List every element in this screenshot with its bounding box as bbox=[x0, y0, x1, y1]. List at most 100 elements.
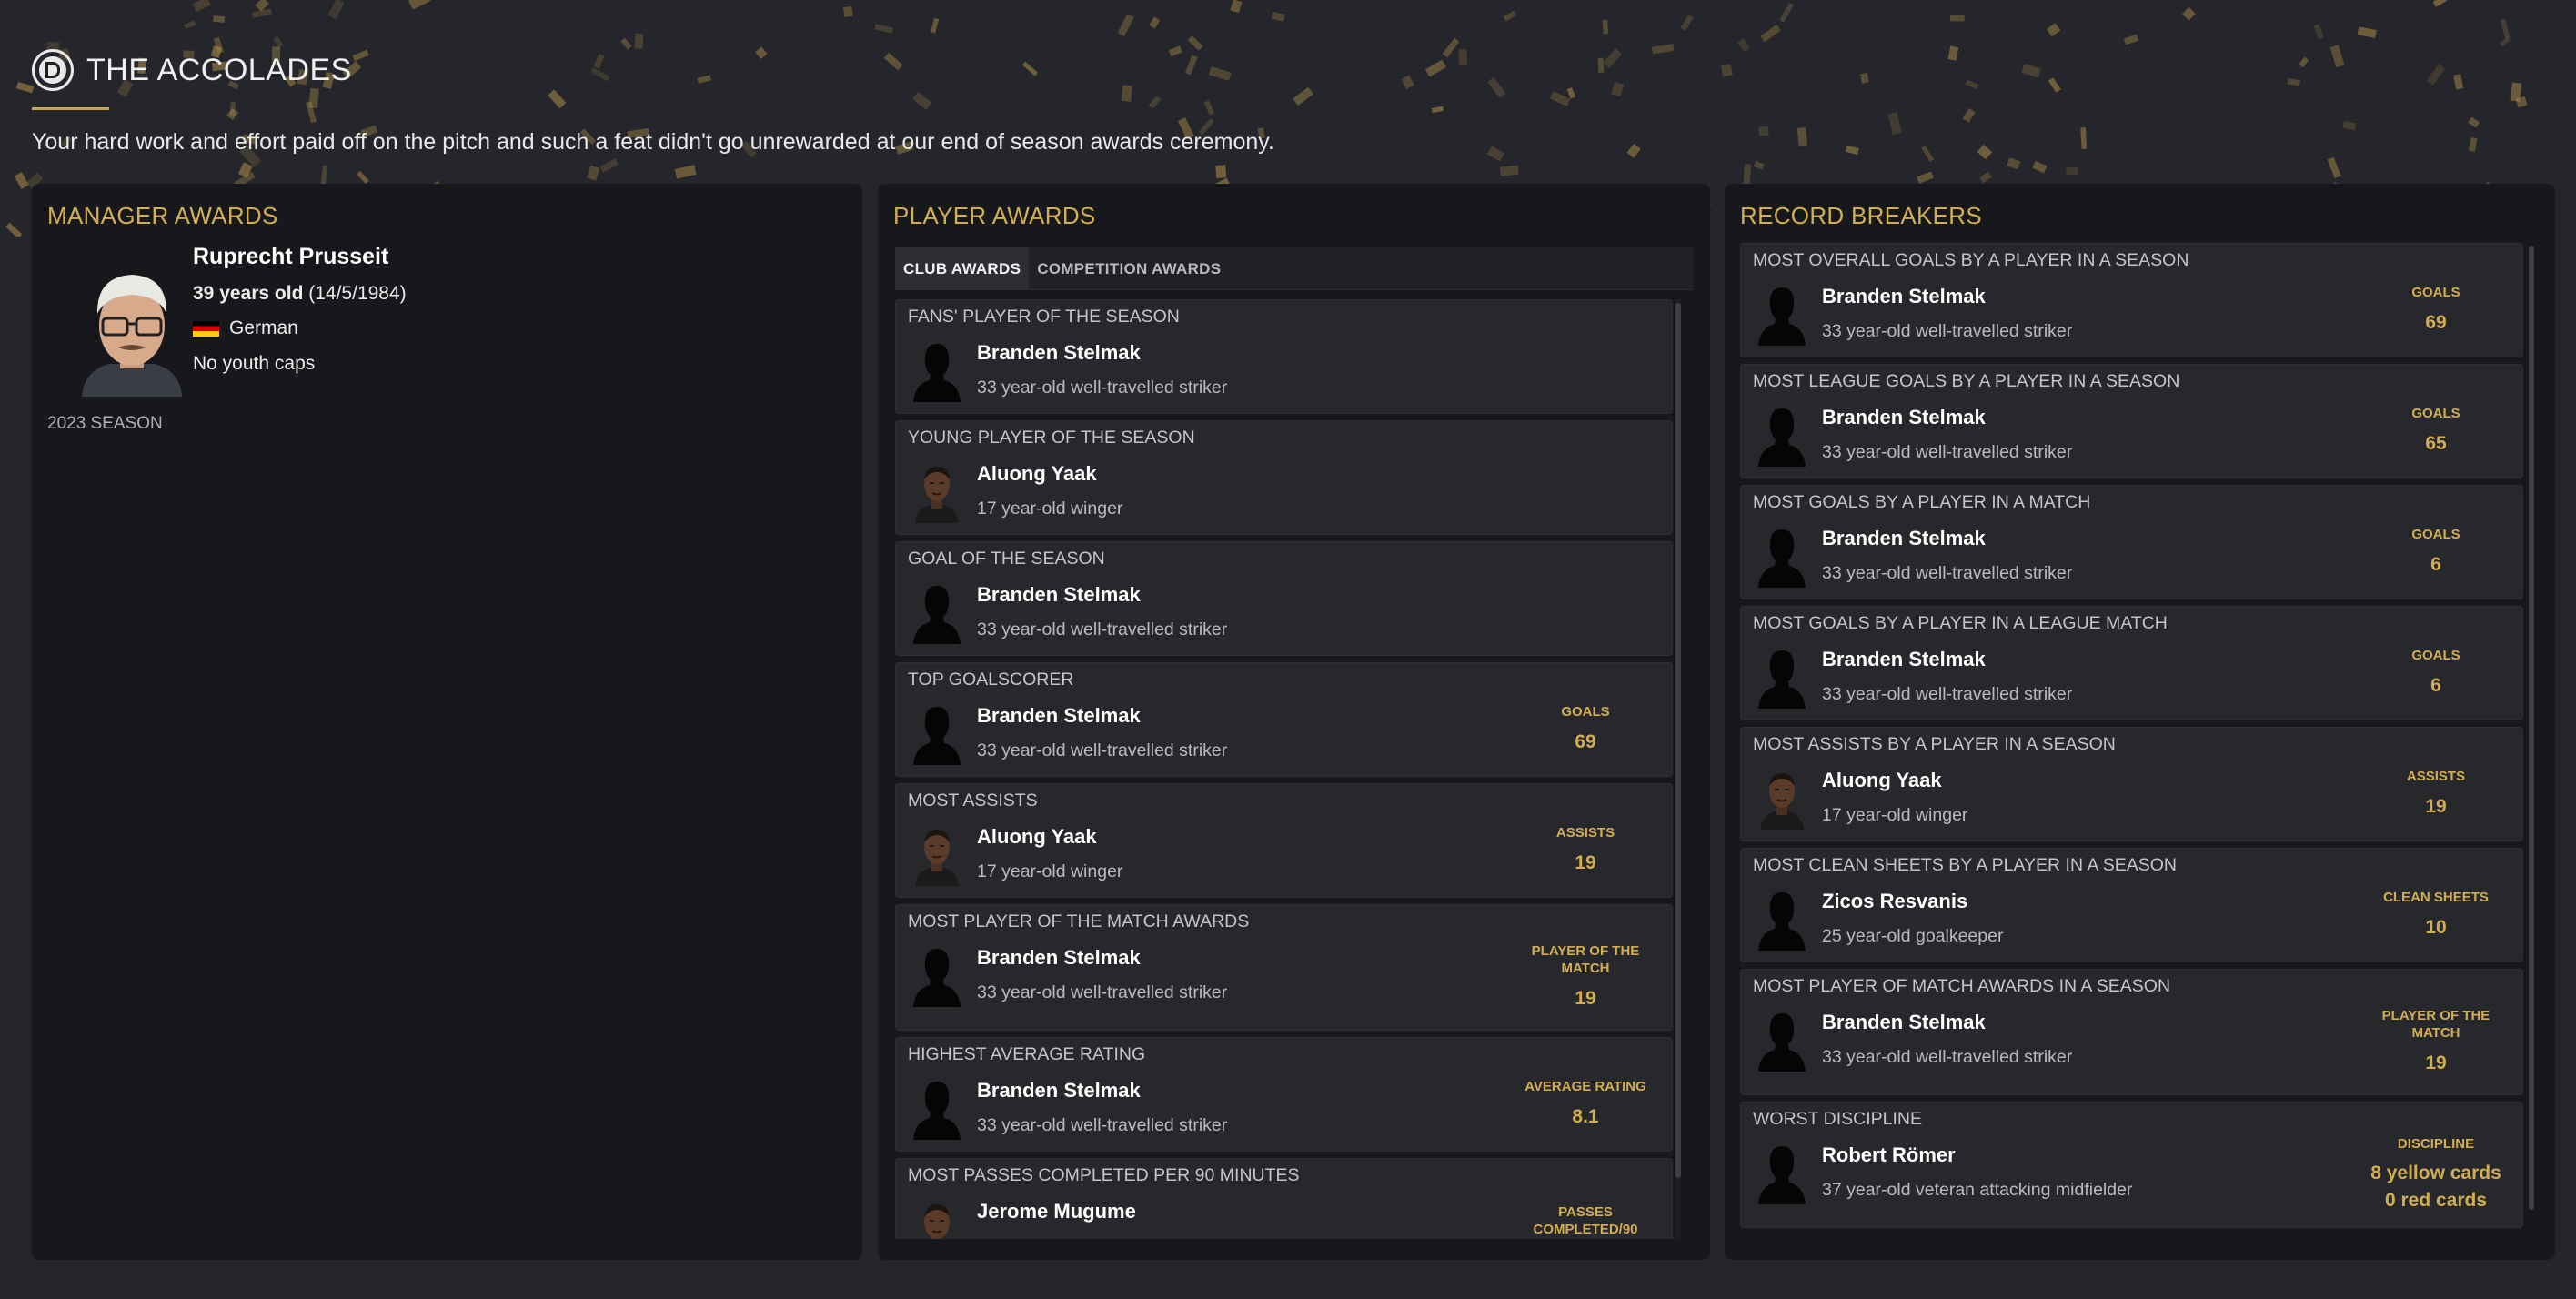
scrollbar-thumb[interactable] bbox=[1675, 303, 1681, 1178]
award-title: HIGHEST AVERAGE RATING bbox=[908, 1044, 1146, 1064]
player-name[interactable]: Branden Stelmak bbox=[1822, 1011, 1986, 1034]
player-description: 33 year-old well-travelled striker bbox=[1822, 563, 2073, 583]
player-name[interactable]: Branden Stelmak bbox=[1822, 527, 1986, 550]
award-stat: GOALS 65 bbox=[2368, 365, 2504, 478]
panel-title: RECORD BREAKERS bbox=[1740, 202, 1982, 229]
award-title: GOAL OF THE SEASON bbox=[908, 549, 1105, 569]
stat-label: PLAYER OF THE MATCH bbox=[1531, 943, 1640, 976]
scrollbar[interactable] bbox=[1675, 299, 1681, 1239]
manager-age: 39 years old (14/5/1984) bbox=[193, 283, 407, 305]
player-avatar bbox=[1756, 403, 1807, 467]
award-card[interactable]: YOUNG PLAYER OF THE SEASON Aluong Yaak 17 … bbox=[895, 420, 1673, 535]
player-name[interactable]: Branden Stelmak bbox=[977, 583, 1141, 607]
stat-label: GOALS bbox=[1561, 703, 1610, 720]
award-card[interactable]: WORST DISCIPLINE Robert Römer 37 year-old … bbox=[1740, 1102, 2523, 1228]
award-title: MOST GOALS BY A PLAYER IN A LEAGUE MATCH bbox=[1753, 613, 2168, 633]
tab-club-awards[interactable]: CLUB AWARDS bbox=[895, 247, 1030, 290]
award-card[interactable]: TOP GOALSCORER Branden Stelmak 33 year-old… bbox=[895, 662, 1673, 777]
stat-label: PLAYER OF THE MATCH bbox=[2381, 1008, 2490, 1041]
manager-photo bbox=[82, 275, 182, 397]
player-avatar bbox=[911, 580, 962, 644]
award-stat: GOALS 6 bbox=[2368, 607, 2504, 720]
award-title: MOST LEAGUE GOALS BY A PLAYER IN A SEASO… bbox=[1753, 371, 2180, 391]
stat-label: GOALS bbox=[2411, 647, 2460, 663]
award-card[interactable]: MOST OVERALL GOALS BY A PLAYER IN A SEAS… bbox=[1740, 243, 2523, 357]
player-name[interactable]: Robert Römer bbox=[1822, 1143, 1956, 1167]
award-title: MOST PLAYER OF MATCH AWARDS IN A SEASON bbox=[1753, 976, 2171, 996]
stat-value: 8 yellow cards 0 red cards bbox=[2370, 1163, 2501, 1211]
stat-value: 19 bbox=[1575, 987, 1596, 1009]
award-card[interactable]: HIGHEST AVERAGE RATING Branden Stelmak 33 … bbox=[895, 1037, 1673, 1152]
stat-label: GOALS bbox=[2411, 284, 2460, 300]
award-title: YOUNG PLAYER OF THE SEASON bbox=[908, 428, 1195, 448]
stat-label: DISCIPLINE bbox=[2397, 1135, 2475, 1152]
page-header: THE ACCOLADES bbox=[32, 47, 352, 93]
player-name[interactable]: Jerome Mugume bbox=[977, 1200, 1136, 1223]
award-card[interactable]: MOST ASSISTS Aluong Yaak 17 year-old winge… bbox=[895, 783, 1673, 898]
player-name[interactable]: Aluong Yaak bbox=[977, 825, 1097, 849]
manager-dob: (14/5/1984) bbox=[308, 283, 407, 304]
player-description: 17 year-old winger bbox=[1822, 805, 1968, 825]
player-description: 33 year-old well-travelled striker bbox=[977, 740, 1228, 760]
stat-label: GOALS bbox=[2411, 526, 2460, 542]
award-title: MOST CLEAN SHEETS BY A PLAYER IN A SEASO… bbox=[1753, 855, 2178, 875]
stat-value: 65 bbox=[2425, 432, 2447, 454]
player-description: 33 year-old well-travelled striker bbox=[1822, 321, 2073, 341]
panel-title: PLAYER AWARDS bbox=[893, 202, 1096, 229]
player-avatar bbox=[911, 1076, 962, 1140]
player-description: 33 year-old well-travelled striker bbox=[1822, 442, 2073, 462]
stat-value: 8.1 bbox=[1572, 1105, 1599, 1127]
award-card[interactable]: GOAL OF THE SEASON Branden Stelmak 33 year… bbox=[895, 541, 1673, 656]
stat-value: 19 bbox=[2425, 795, 2447, 817]
player-description: 17 year-old winger bbox=[977, 498, 1123, 519]
scrollbar-thumb[interactable] bbox=[2529, 246, 2534, 1210]
player-name[interactable]: Branden Stelmak bbox=[977, 946, 1141, 970]
player-name[interactable]: Branden Stelmak bbox=[977, 341, 1141, 365]
manager-caps: No youth caps bbox=[193, 353, 316, 374]
stat-label: ASSISTS bbox=[1555, 824, 1615, 841]
award-title: MOST OVERALL GOALS BY A PLAYER IN A SEAS… bbox=[1753, 250, 2189, 270]
award-card[interactable]: MOST PASSES COMPLETED PER 90 MINUTES Jero… bbox=[895, 1158, 1673, 1239]
player-awards-list[interactable]: FANS' PLAYER OF THE SEASON Branden Stelma… bbox=[895, 299, 1673, 1239]
nationality-label: German bbox=[229, 317, 298, 338]
award-card[interactable]: MOST GOALS BY A PLAYER IN A MATCH Branden… bbox=[1740, 485, 2523, 599]
player-description: 37 year-old veteran attacking midfielder bbox=[1822, 1180, 2133, 1200]
player-description: 33 year-old well-travelled striker bbox=[1822, 1047, 2073, 1067]
record-breakers-list[interactable]: MOST OVERALL GOALS BY A PLAYER IN A SEAS… bbox=[1740, 243, 2523, 1244]
award-title: MOST PLAYER OF THE MATCH AWARDS bbox=[908, 911, 1250, 931]
player-avatar bbox=[1756, 1008, 1807, 1072]
award-stat: DISCIPLINE 8 yellow cards 0 red cards bbox=[2368, 1103, 2504, 1227]
player-name[interactable]: Branden Stelmak bbox=[1822, 285, 1986, 308]
award-stat: GOALS 6 bbox=[2368, 486, 2504, 599]
award-card[interactable]: MOST PLAYER OF MATCH AWARDS IN A SEASON B… bbox=[1740, 969, 2523, 1095]
player-description: 33 year-old well-travelled striker bbox=[977, 982, 1228, 1002]
player-avatar bbox=[911, 943, 962, 1007]
player-name[interactable]: Aluong Yaak bbox=[1822, 769, 1942, 792]
manager-name[interactable]: Ruprecht Prusseit bbox=[193, 244, 388, 270]
player-avatar bbox=[911, 822, 962, 886]
award-stat: GOALS 69 bbox=[1517, 663, 1654, 776]
award-stat: AVERAGE RATING 8.1 bbox=[1517, 1038, 1654, 1151]
player-name[interactable]: Branden Stelmak bbox=[1822, 648, 1986, 671]
scrollbar[interactable] bbox=[2529, 246, 2534, 1210]
award-title: MOST ASSISTS BY A PLAYER IN A SEASON bbox=[1753, 734, 2116, 754]
tab-competition-awards[interactable]: COMPETITION AWARDS bbox=[1029, 247, 1229, 290]
player-avatar bbox=[1756, 282, 1807, 346]
stat-label: CLEAN SHEETS bbox=[2383, 889, 2489, 905]
player-name[interactable]: Branden Stelmak bbox=[1822, 406, 1986, 429]
stat-value: 6 bbox=[2430, 553, 2441, 575]
stat-value: 69 bbox=[1575, 730, 1596, 752]
player-avatar bbox=[911, 338, 962, 402]
award-card[interactable]: FANS' PLAYER OF THE SEASON Branden Stelma… bbox=[895, 299, 1673, 414]
award-title: FANS' PLAYER OF THE SEASON bbox=[908, 307, 1180, 327]
award-card[interactable]: MOST LEAGUE GOALS BY A PLAYER IN A SEASO… bbox=[1740, 364, 2523, 478]
award-title: WORST DISCIPLINE bbox=[1753, 1109, 1923, 1129]
award-card[interactable]: MOST PLAYER OF THE MATCH AWARDS Branden S… bbox=[895, 904, 1673, 1031]
player-name[interactable]: Branden Stelmak bbox=[977, 1079, 1141, 1103]
award-card[interactable]: MOST CLEAN SHEETS BY A PLAYER IN A SEASO… bbox=[1740, 848, 2523, 962]
player-name[interactable]: Aluong Yaak bbox=[977, 462, 1097, 486]
award-card[interactable]: MOST ASSISTS BY A PLAYER IN A SEASON Aluo… bbox=[1740, 727, 2523, 841]
player-name[interactable]: Branden Stelmak bbox=[977, 704, 1141, 728]
player-name[interactable]: Zicos Resvanis bbox=[1822, 890, 1967, 913]
award-card[interactable]: MOST GOALS BY A PLAYER IN A LEAGUE MATCH… bbox=[1740, 606, 2523, 720]
